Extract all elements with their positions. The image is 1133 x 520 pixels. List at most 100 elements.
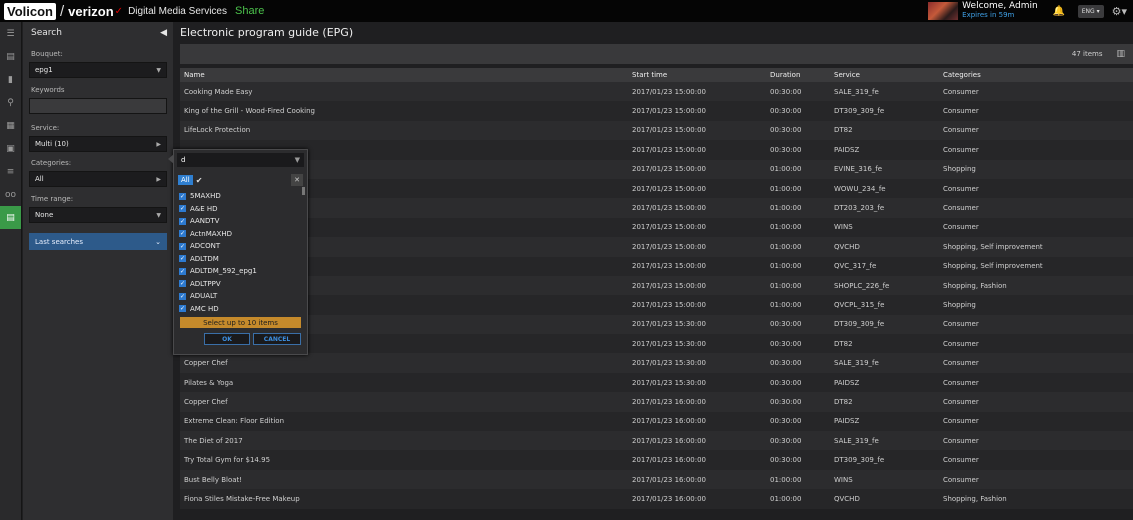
- checkbox-checked-icon[interactable]: ✓: [179, 292, 186, 300]
- checkbox-checked-icon[interactable]: ✓: [179, 230, 186, 238]
- checkbox-checked-icon[interactable]: ✓: [179, 305, 186, 313]
- checkbox-checked-icon[interactable]: ✓: [179, 267, 186, 275]
- options-scrollbar[interactable]: [302, 187, 305, 195]
- checkbox-checked-icon[interactable]: ✓: [179, 242, 186, 250]
- table-row[interactable]: 2017/01/23 15:00:00 00:30:00 PAIDSZ Consume…: [180, 140, 1133, 160]
- column-header-duration[interactable]: Duration: [766, 68, 830, 82]
- table-row[interactable]: Copper Chef 2017/01/23 16:00:00 00:30:00 DT…: [180, 392, 1133, 412]
- table-row[interactable]: 2017/01/23 15:00:00 01:00:00 WOWU_234_fe Co…: [180, 178, 1133, 199]
- column-header-start-time[interactable]: Start time: [628, 68, 766, 82]
- language-select[interactable]: ENG ▾: [1077, 4, 1104, 18]
- table-row[interactable]: 2017/01/23 15:00:00 01:00:00 EVINE_316_fe S…: [180, 159, 1133, 179]
- table-row[interactable]: Copper Chef 2017/01/23 15:30:00 00:30:00 SA…: [180, 353, 1133, 373]
- cell-duration: 00:30:00: [770, 436, 802, 445]
- table-row[interactable]: Fiona Stiles Mistake-Free Makeup 2017/01/…: [180, 489, 1133, 509]
- table-row[interactable]: LifeLock Protection 2017/01/23 15:00:00 00…: [180, 120, 1133, 141]
- avatar[interactable]: [928, 2, 959, 20]
- table-row[interactable]: Bust Belly Bloat! 2017/01/23 16:00:00 01:0…: [180, 469, 1133, 490]
- time-range-select[interactable]: None ▼: [29, 207, 167, 223]
- service-dropdown-popup: d ▼ All ✔ ✕ ✓ 5MAXHD ✓ A&E HD ✓ AANDTV ✓ ActnMA…: [168, 149, 308, 355]
- search-icon[interactable]: ⚲: [0, 91, 21, 114]
- column-header-name[interactable]: Name: [180, 68, 628, 82]
- table-row[interactable]: 2017/01/23 15:30:00 00:30:00 DT309_309_fe C…: [180, 314, 1133, 335]
- cell-categories: Consumer: [943, 223, 979, 232]
- popup-actions: All ✔ ✕: [178, 173, 303, 187]
- service-filter-input[interactable]: d ▼: [177, 153, 304, 167]
- table-row[interactable]: Try Total Gym for $14.95 2017/01/23 16:00…: [180, 450, 1133, 470]
- service-option[interactable]: ✓ AMC HD: [179, 303, 303, 316]
- language-value: ENG: [1081, 7, 1095, 15]
- cell-categories: Consumer: [943, 359, 979, 368]
- categories-select[interactable]: All ▶: [29, 171, 167, 187]
- table-row[interactable]: 2017/01/23 15:00:00 01:00:00 SHOPLC_226_fe…: [180, 275, 1133, 296]
- brand-logo[interactable]: Volicon / verizon ✓ Digital Media Servic…: [0, 0, 264, 22]
- bookmark-icon[interactable]: ▮: [0, 68, 21, 91]
- bell-icon[interactable]: 🔔: [1052, 6, 1066, 17]
- cell-service: QVCPL_315_fe: [834, 300, 885, 309]
- table-row[interactable]: ht!2017/01/23 15:00:0001:00:00WINSConsum…: [180, 217, 1133, 238]
- filter-icon[interactable]: ▼: [295, 156, 300, 164]
- check-icon[interactable]: ✔: [196, 176, 203, 185]
- columns-icon[interactable]: ▥: [1116, 49, 1125, 59]
- table-row[interactable]: e2017/01/23 15:00:0001:00:00QVCHDShoppin…: [180, 237, 1133, 257]
- table-row[interactable]: 2017/01/23 15:00:00 01:00:00 QVCPL_315_fe S…: [180, 295, 1133, 315]
- welcome-block[interactable]: Welcome, Admin Expires in 59m: [962, 2, 1038, 20]
- film-icon[interactable]: ▤: [0, 45, 21, 68]
- search-header: Search ◀: [23, 22, 173, 44]
- chevron-down-icon: ⌄: [155, 237, 161, 246]
- bouquet-select[interactable]: epg1 ▼: [29, 62, 167, 78]
- keywords-input[interactable]: [29, 98, 167, 114]
- checkbox-checked-icon[interactable]: ✓: [179, 280, 186, 288]
- monitor-icon[interactable]: ▣: [0, 137, 21, 160]
- grid-icon[interactable]: ▦: [0, 114, 21, 137]
- cell-start-time: 2017/01/23 16:00:00: [632, 475, 707, 484]
- table-row[interactable]: 2017/01/23 15:00:00 01:00:00 DT203_203_fe C…: [180, 198, 1133, 218]
- service-option[interactable]: ✓ ADLTDM_592_epg1: [179, 265, 303, 278]
- chevron-down-icon: ▾: [1094, 7, 1100, 15]
- menu-icon[interactable]: ☰: [0, 22, 21, 45]
- table-row[interactable]: The Diet of 2017 2017/01/23 16:00:00 00:30…: [180, 431, 1133, 451]
- service-option[interactable]: ✓ ADUALT: [179, 290, 303, 303]
- column-header-categories[interactable]: Categories: [939, 68, 1133, 82]
- checkbox-checked-icon[interactable]: ✓: [179, 217, 186, 225]
- column-header-service[interactable]: Service: [830, 68, 939, 82]
- cell-duration: 00:30:00: [770, 145, 802, 154]
- table-row[interactable]: e2017/01/23 15:00:0001:00:00QVC_317_feSh…: [180, 256, 1133, 276]
- clear-selection-icon[interactable]: ✕: [291, 174, 303, 186]
- service-option[interactable]: ✓ ADLTDM: [179, 253, 303, 266]
- service-filter-value: d: [181, 156, 186, 164]
- epg-icon[interactable]: ▤: [0, 206, 21, 229]
- list-icon[interactable]: ≡: [0, 160, 21, 183]
- service-option[interactable]: ✓ ActnMAXHD: [179, 228, 303, 241]
- service-select[interactable]: Multi (10) ▶: [29, 136, 167, 152]
- table-row[interactable]: Cooking Made Easy 2017/01/23 15:00:00 00:3…: [180, 82, 1133, 102]
- table-row[interactable]: King of the Grill - Wood-Fired Cooking 20…: [180, 101, 1133, 121]
- select-all-button[interactable]: All: [178, 175, 193, 185]
- ok-button[interactable]: OK: [204, 333, 250, 345]
- service-option[interactable]: ✓ ADCONT: [179, 240, 303, 253]
- icon-rail: ☰ ▤ ▮ ⚲ ▦ ▣ ≡ oo ▤: [0, 22, 22, 520]
- cell-name: Extreme Clean: Floor Edition: [184, 417, 284, 426]
- table-row[interactable]: Pilates & Yoga 2017/01/23 15:30:00 00:30:0…: [180, 372, 1133, 393]
- checkbox-checked-icon[interactable]: ✓: [179, 192, 186, 200]
- cell-duration: 01:00:00: [770, 204, 802, 213]
- gear-icon[interactable]: ⚙▾: [1112, 5, 1127, 18]
- app-root: Volicon / verizon ✓ Digital Media Servic…: [0, 0, 1133, 520]
- cancel-button[interactable]: CANCEL: [253, 333, 301, 345]
- service-option[interactable]: ✓ 5MAXHD: [179, 190, 303, 203]
- last-searches-button[interactable]: Last searches ⌄: [29, 233, 167, 250]
- cell-start-time: 2017/01/23 15:00:00: [632, 165, 707, 174]
- checkbox-checked-icon[interactable]: ✓: [179, 255, 186, 263]
- cell-categories: Consumer: [943, 204, 979, 213]
- cell-categories: Consumer: [943, 397, 979, 406]
- cell-duration: 01:00:00: [770, 242, 802, 251]
- service-option[interactable]: ✓ A&E HD: [179, 203, 303, 216]
- voicemail-icon[interactable]: oo: [0, 183, 21, 206]
- table-row[interactable]: Extreme Clean: Floor Edition 2017/01/23 1…: [180, 411, 1133, 432]
- service-option[interactable]: ✓ AANDTV: [179, 215, 303, 228]
- cell-start-time: 2017/01/23 15:00:00: [632, 145, 707, 154]
- collapse-panel-icon[interactable]: ◀: [160, 28, 167, 38]
- checkbox-checked-icon[interactable]: ✓: [179, 205, 186, 213]
- table-row[interactable]: 2017/01/23 15:30:00 00:30:00 DT82 Consumer: [180, 334, 1133, 354]
- service-option[interactable]: ✓ ADLTPPV: [179, 278, 303, 291]
